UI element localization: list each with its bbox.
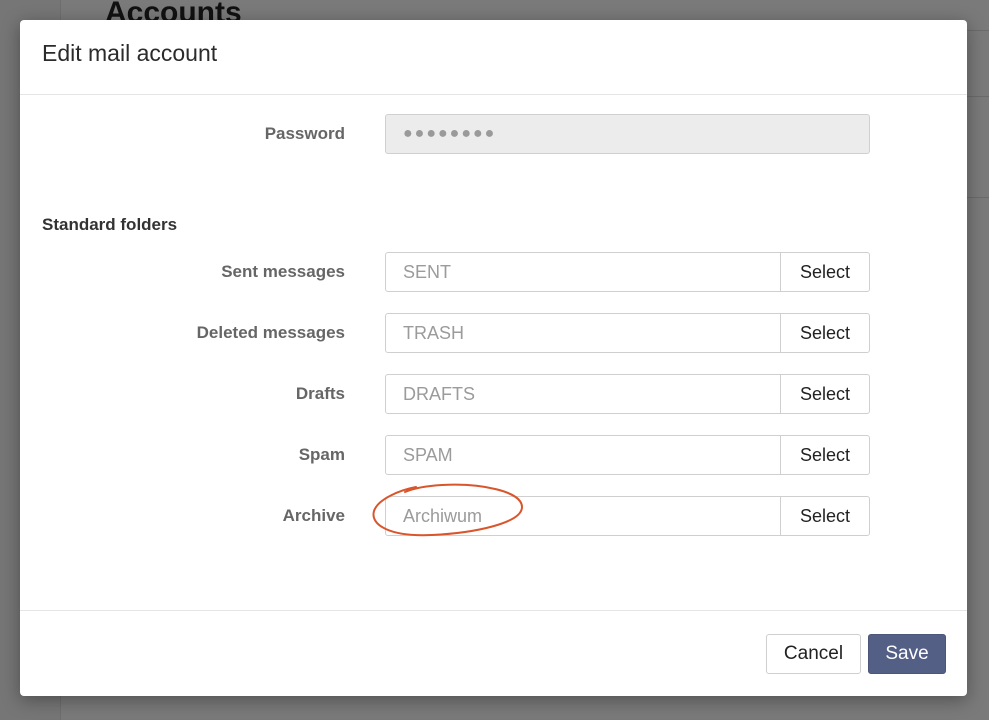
- drafts-row: Drafts Select: [20, 374, 967, 414]
- drafts-select-button[interactable]: Select: [780, 374, 870, 414]
- archive-label: Archive: [282, 506, 345, 525]
- drafts-label: Drafts: [295, 384, 345, 403]
- spam-input[interactable]: [385, 435, 781, 475]
- archive-row: Archive Select: [20, 496, 967, 536]
- drafts-input[interactable]: [385, 374, 781, 414]
- password-label: Password: [264, 124, 345, 143]
- archive-input[interactable]: [385, 496, 781, 536]
- sent-messages-label: Sent messages: [221, 262, 345, 281]
- deleted-messages-input[interactable]: [385, 313, 781, 353]
- sent-messages-select-button[interactable]: Select: [780, 252, 870, 292]
- archive-select-button[interactable]: Select: [780, 496, 870, 536]
- modal-header: Edit mail account: [20, 20, 967, 95]
- modal-footer: Cancel Save: [20, 611, 967, 696]
- password-row: Password: [20, 114, 967, 154]
- spam-row: Spam Select: [20, 435, 967, 475]
- modal-title: Edit mail account: [42, 40, 218, 66]
- sent-messages-row: Sent messages Select: [20, 252, 967, 292]
- password-field[interactable]: [385, 114, 870, 154]
- edit-mail-account-dialog: Edit mail account Password Standard fold…: [20, 20, 967, 696]
- modal-body: Password Standard folders Sent messages …: [20, 95, 967, 611]
- spam-label: Spam: [298, 445, 345, 464]
- spam-select-button[interactable]: Select: [780, 435, 870, 475]
- sent-messages-input[interactable]: [385, 252, 781, 292]
- save-button[interactable]: Save: [868, 634, 946, 674]
- deleted-messages-row: Deleted messages Select: [20, 313, 967, 353]
- standard-folders-heading: Standard folders: [42, 215, 178, 234]
- deleted-messages-label: Deleted messages: [196, 323, 345, 342]
- cancel-button[interactable]: Cancel: [766, 634, 861, 674]
- deleted-messages-select-button[interactable]: Select: [780, 313, 870, 353]
